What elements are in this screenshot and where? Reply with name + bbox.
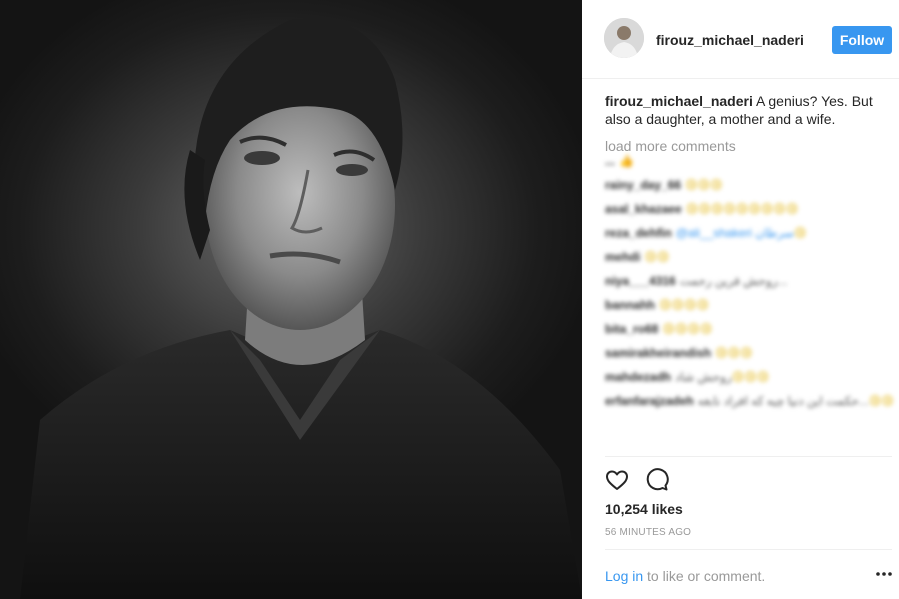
comment-username[interactable]: bita_ro68 — [605, 322, 658, 336]
comment-emoji: 😢😢😢😢 — [659, 298, 710, 312]
comment-username[interactable]: rainy_day_66 — [605, 178, 681, 192]
comment-emoji: 😢😢 — [644, 250, 670, 264]
comment-username[interactable]: niya___4316 — [605, 274, 676, 288]
comment-emoji: 😢😢😢😢 — [662, 322, 713, 336]
comment-emoji: 👍 — [619, 154, 634, 168]
post-timestamp: 56 MINUTES AGO — [605, 527, 692, 538]
post-caption: firouz_michael_naderi A genius? Yes. But… — [605, 92, 875, 128]
comment-username[interactable]: mahdezadh — [605, 370, 671, 384]
post-side-panel: firouz_michael_naderi Follow firouz_mich… — [582, 0, 899, 599]
comment-text: روحش قرین رحمت... — [679, 274, 788, 288]
post-actions — [605, 468, 669, 492]
comment-username[interactable]: ... — [605, 154, 615, 168]
login-prompt-text: to like or comment. — [643, 568, 766, 584]
comment-username[interactable]: mehdi — [605, 250, 640, 264]
comment-emoji: 😢 — [793, 226, 807, 240]
comment-item: rainy_day_66 😢😢😢 — [605, 178, 890, 202]
comment-item: niya___4316 روحش قرین رحمت... — [605, 274, 890, 298]
login-link[interactable]: Log in — [605, 568, 643, 584]
comment-text: حکمت این دنیا چیه که افراد نابغه... — [697, 394, 869, 408]
post-header: firouz_michael_naderi Follow — [582, 0, 899, 79]
post-username[interactable]: firouz_michael_naderi — [656, 32, 804, 48]
comment-item: ... 👍 — [605, 154, 890, 178]
comment-username[interactable]: bannahh — [605, 298, 655, 312]
comment-list: ... 👍 rainy_day_66 😢😢😢 asal_khazaee 😢😢😢😢😢😢😢… — [605, 154, 894, 456]
portrait-image — [20, 18, 582, 599]
comment-emoji: 😢😢😢😢😢😢😢😢😢 — [685, 202, 799, 216]
comment-username[interactable]: samirakheirandish — [605, 346, 711, 360]
comment-item: mahdezadh روحش شاد😢😢😢 — [605, 370, 890, 394]
comment-item: samirakheirandish 😢😢😢 — [605, 346, 890, 370]
like-count[interactable]: 10,254 likes — [605, 501, 683, 517]
comment-item: bita_ro68 😢😢😢😢 — [605, 322, 890, 346]
comment-text: @ali__shakeri سرطان — [675, 226, 794, 240]
comment-emoji: 😢😢😢 — [715, 346, 753, 360]
comment-item: mehdi 😢😢 — [605, 250, 890, 274]
comment-icon[interactable] — [645, 468, 669, 492]
avatar[interactable] — [604, 18, 644, 58]
more-options-icon[interactable] — [874, 566, 894, 582]
comment-emoji: 😢😢😢 — [731, 370, 770, 384]
comment-username[interactable]: reza_dehfin — [605, 226, 672, 240]
comment-text: روحش شاد — [675, 370, 732, 384]
post-photo[interactable] — [0, 0, 582, 599]
comment-username[interactable]: erfanfarajzadeh — [605, 394, 694, 408]
comment-emoji: 😢😢😢 — [685, 178, 723, 192]
divider — [605, 456, 892, 457]
comment-item: bannahh 😢😢😢😢 — [605, 298, 890, 322]
comment-item: asal_khazaee 😢😢😢😢😢😢😢😢😢 — [605, 202, 890, 226]
caption-username[interactable]: firouz_michael_naderi — [605, 93, 753, 109]
comment-item: reza_dehfin @ali__shakeri سرطان😢 — [605, 226, 890, 250]
login-prompt: Log in to like or comment. — [605, 568, 765, 584]
load-more-comments-link[interactable]: load more comments — [605, 138, 736, 154]
comment-item: erfanfarajzadeh حکمت این دنیا چیه که افرا… — [605, 394, 894, 418]
follow-button[interactable]: Follow — [832, 26, 892, 54]
heart-icon[interactable] — [605, 468, 629, 492]
comment-emoji: 😢😢 — [868, 394, 894, 408]
comment-username[interactable]: asal_khazaee — [605, 202, 682, 216]
divider — [605, 549, 892, 550]
